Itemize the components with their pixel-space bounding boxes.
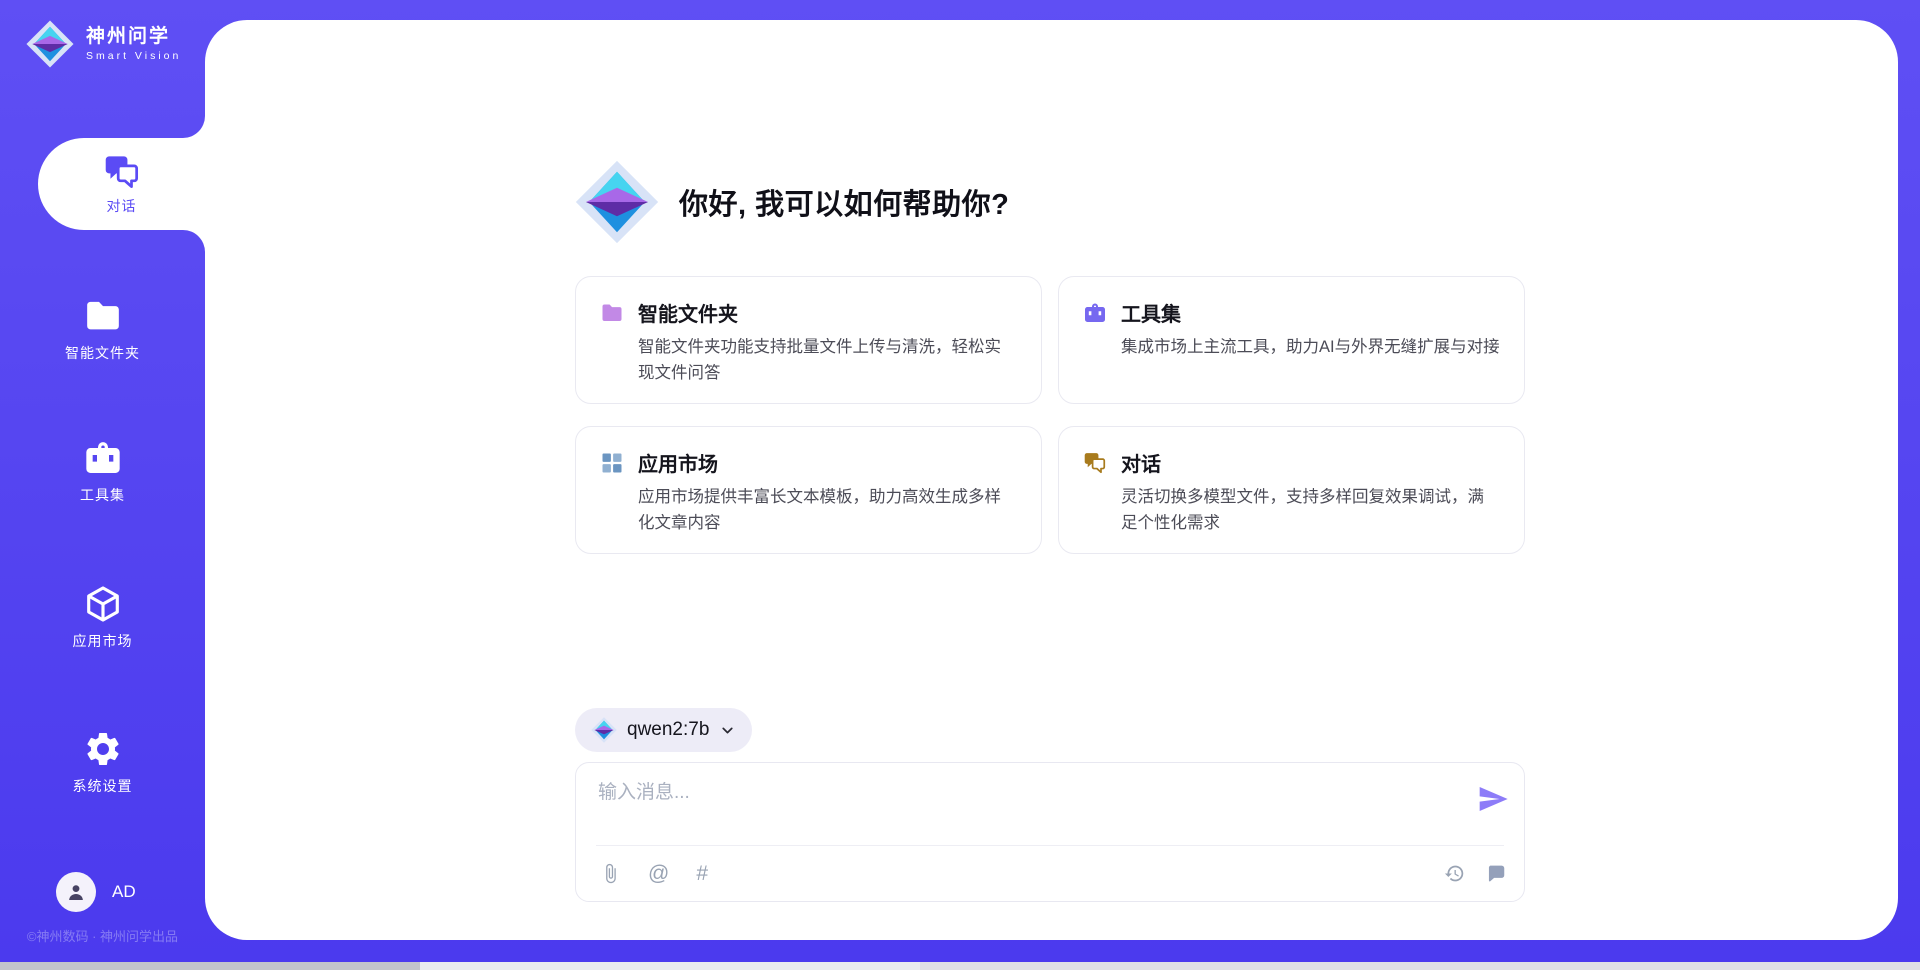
scrollbar-thumb[interactable]	[0, 962, 420, 970]
card-title: 应用市场	[638, 448, 718, 477]
sidebar-item-chat[interactable]: 对话	[38, 138, 205, 230]
active-tab-curve-top	[183, 116, 205, 138]
sidebar-item-label: 对话	[107, 196, 137, 216]
card-description: 灵活切换多模型文件，支持多样回复效果调试，满足个性化需求	[1121, 485, 1500, 536]
sidebar-item-app-market[interactable]: 应用市场	[0, 584, 205, 651]
greeting-text: 你好, 我可以如何帮助你?	[679, 181, 1009, 223]
send-button[interactable]	[1476, 783, 1510, 817]
card-title: 对话	[1121, 448, 1161, 477]
chat-bubble-icon	[1485, 863, 1506, 884]
input-toolbar: @ #	[600, 846, 1506, 901]
greeting: 你好, 我可以如何帮助你?	[575, 160, 1009, 244]
sidebar: 神州问学 Smart Vision 对话 智能文件夹 工具集 应用市场 系统设置	[0, 0, 205, 962]
model-diamond-icon	[591, 717, 617, 743]
conversation-button[interactable]	[1485, 863, 1506, 884]
folder-icon	[600, 301, 624, 325]
briefcase-icon	[1083, 301, 1107, 325]
app-background: 神州问学 Smart Vision 对话 智能文件夹 工具集 应用市场 系统设置	[0, 0, 1920, 962]
message-input-box: @ #	[575, 762, 1525, 902]
sidebar-item-toolset[interactable]: 工具集	[0, 438, 205, 505]
paperclip-icon	[600, 863, 621, 884]
chat-bubbles-icon	[1083, 451, 1107, 475]
user-icon	[64, 880, 88, 904]
user-name: AD	[112, 882, 136, 902]
scrollbar-track-segment	[920, 962, 1920, 970]
sidebar-item-label: 工具集	[80, 485, 125, 505]
grid-icon	[600, 451, 624, 475]
card-description: 应用市场提供丰富长文本模板，助力高效生成多样化文章内容	[638, 485, 1017, 536]
history-clock-icon	[1444, 863, 1465, 884]
sidebar-item-label: 应用市场	[73, 631, 133, 651]
brand-logo: 神州问学 Smart Vision	[26, 20, 181, 68]
message-input[interactable]	[598, 777, 1418, 839]
sidebar-item-settings[interactable]: 系统设置	[0, 729, 205, 796]
card-description: 集成市场上主流工具，助力AI与外界无缝扩展与对接	[1121, 335, 1500, 361]
cube-icon	[83, 584, 123, 624]
attach-button[interactable]	[600, 863, 621, 884]
active-tab-curve-bottom	[183, 230, 205, 252]
brand-name: 神州问学	[86, 26, 181, 49]
avatar	[56, 872, 96, 912]
history-button[interactable]	[1444, 863, 1465, 884]
chat-bubbles-icon	[103, 153, 141, 191]
assistant-diamond-icon	[575, 160, 659, 244]
brand-subtitle: Smart Vision	[86, 50, 181, 62]
brand-diamond-icon	[26, 20, 74, 68]
sidebar-item-label: 智能文件夹	[65, 343, 140, 363]
card-title: 工具集	[1121, 298, 1181, 327]
user-profile[interactable]: AD	[56, 872, 136, 912]
copyright-text: ©神州数码 · 神州问学出品	[0, 926, 205, 945]
card-description: 智能文件夹功能支持批量文件上传与清洗，轻松实现文件问答	[638, 335, 1017, 386]
card-smart-folder[interactable]: 智能文件夹 智能文件夹功能支持批量文件上传与清洗，轻松实现文件问答	[575, 276, 1042, 404]
hashtag-button[interactable]: #	[696, 863, 708, 884]
card-app-market[interactable]: 应用市场 应用市场提供丰富长文本模板，助力高效生成多样化文章内容	[575, 426, 1042, 554]
gear-icon	[83, 729, 123, 769]
main-panel: 你好, 我可以如何帮助你? 智能文件夹 智能文件夹功能支持批量文件上传与清洗，轻…	[205, 20, 1898, 940]
feature-cards: 智能文件夹 智能文件夹功能支持批量文件上传与清洗，轻松实现文件问答 工具集 集成…	[575, 276, 1525, 554]
send-icon	[1477, 783, 1509, 815]
card-toolset[interactable]: 工具集 集成市场上主流工具，助力AI与外界无缝扩展与对接	[1058, 276, 1525, 404]
card-title: 智能文件夹	[638, 298, 738, 327]
composer: qwen2:7b @ #	[575, 708, 1525, 902]
chevron-down-icon	[719, 722, 736, 739]
card-chat[interactable]: 对话 灵活切换多模型文件，支持多样回复效果调试，满足个性化需求	[1058, 426, 1525, 554]
horizontal-scrollbar[interactable]	[0, 962, 1920, 970]
model-name: qwen2:7b	[627, 719, 709, 741]
briefcase-icon	[83, 438, 123, 478]
sidebar-item-smart-folder[interactable]: 智能文件夹	[0, 296, 205, 363]
folder-icon	[83, 296, 123, 336]
sidebar-item-label: 系统设置	[73, 776, 133, 796]
mention-button[interactable]: @	[648, 863, 669, 884]
model-selector[interactable]: qwen2:7b	[575, 708, 752, 752]
